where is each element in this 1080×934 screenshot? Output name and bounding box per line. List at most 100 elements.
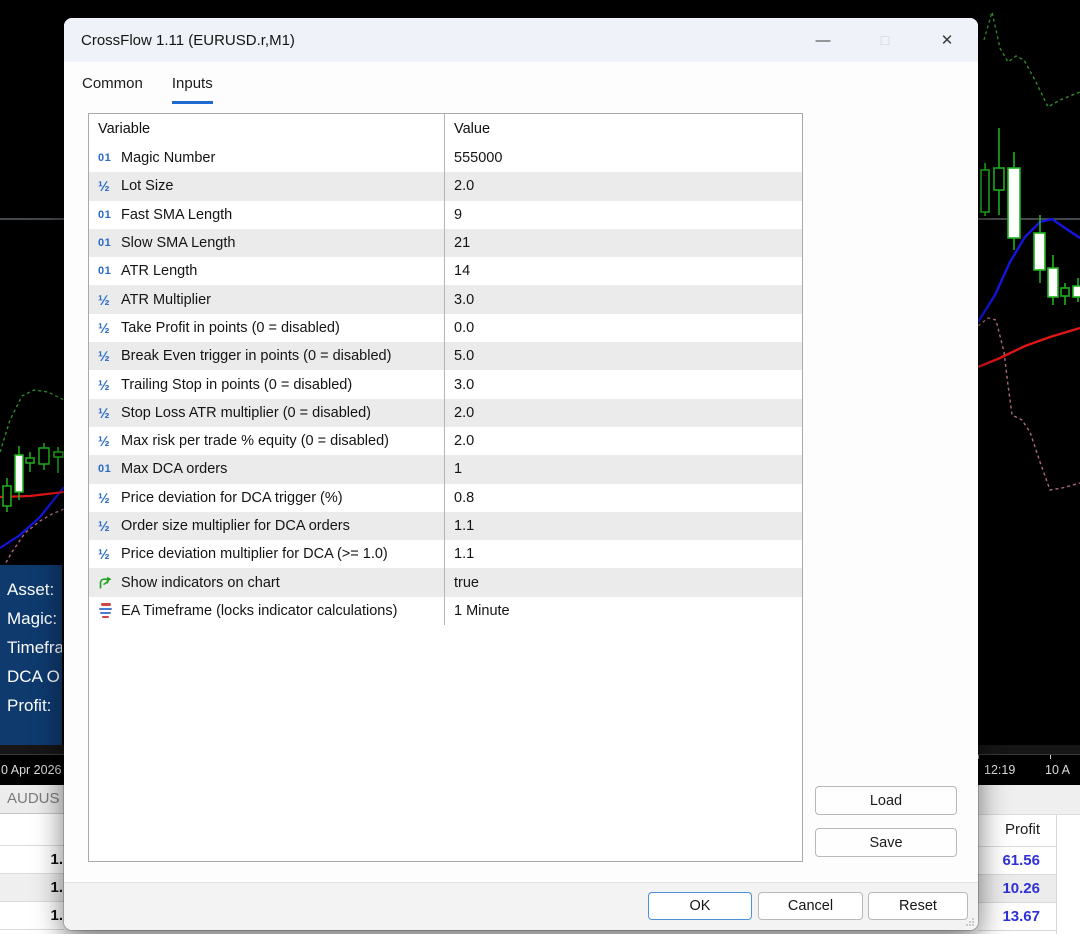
quote-cell: 1. bbox=[0, 846, 64, 874]
inputs-table: Variable Value 01 Magic Number 555000 ½ Lot … bbox=[88, 113, 803, 862]
integer-type-icon: 01 bbox=[98, 463, 112, 476]
parameter-value[interactable]: 1.1 bbox=[454, 518, 474, 534]
parameter-row[interactable]: ½ Lot Size 2.0 bbox=[89, 172, 802, 201]
reset-button[interactable]: Reset bbox=[868, 892, 968, 920]
symbol-column-empty-row bbox=[0, 814, 64, 846]
parameter-value[interactable]: 2.0 bbox=[454, 405, 474, 421]
parameter-row[interactable]: ½ Stop Loss ATR multiplier (0 = disabled)… bbox=[89, 398, 802, 427]
parameter-label: Order size multiplier for DCA orders bbox=[121, 518, 350, 534]
integer-type-icon: 01 bbox=[98, 237, 112, 250]
symbol-column: AUDUS 1. 1. 1. bbox=[0, 785, 64, 934]
double-type-icon: ½ bbox=[98, 404, 110, 421]
axis-time-label: 10 A bbox=[1045, 763, 1071, 777]
parameter-row[interactable]: 01 ATR Length 14 bbox=[89, 257, 802, 286]
parameter-row[interactable]: 01 Max DCA orders 1 bbox=[89, 455, 802, 484]
parameter-value[interactable]: 0.0 bbox=[454, 320, 474, 336]
profit-cell: 10.26 bbox=[978, 875, 1056, 903]
parameter-label: Trailing Stop in points (0 = disabled) bbox=[121, 376, 353, 393]
boolean-type-icon bbox=[98, 575, 121, 590]
parameter-value[interactable]: 3.0 bbox=[454, 377, 474, 393]
parameter-label: Price deviation multiplier for DCA (>= 1… bbox=[121, 546, 388, 563]
parameter-row[interactable]: 01 Magic Number 555000 bbox=[89, 144, 802, 173]
parameter-label: ATR Length bbox=[121, 263, 198, 280]
parameter-value[interactable]: 2.0 bbox=[454, 433, 474, 449]
parameter-row[interactable]: ½ Price deviation for DCA trigger (%) 0.8 bbox=[89, 483, 802, 512]
parameter-value[interactable]: 14 bbox=[454, 263, 470, 279]
parameter-value[interactable]: 0.8 bbox=[454, 490, 474, 506]
parameter-label: EA Timeframe (locks indicator calculatio… bbox=[121, 602, 398, 619]
parameter-row[interactable]: ½ Max risk per trade % equity (0 = disabl… bbox=[89, 426, 802, 456]
screen: Asset: Magic: Timefra DCA O Profit: 0 Apr 20… bbox=[0, 0, 1080, 934]
double-type-icon: ½ bbox=[98, 291, 110, 308]
dialog-titlebar[interactable]: CrossFlow 1.11 (EURUSD.r,M1) — □ ✕ bbox=[64, 18, 978, 62]
double-type-icon: ½ bbox=[98, 489, 110, 506]
parameter-row[interactable]: EA Timeframe (locks indicator calculatio… bbox=[89, 596, 802, 626]
minimize-icon: — bbox=[815, 31, 831, 49]
parameter-value[interactable]: 3.0 bbox=[454, 292, 474, 308]
parameter-row[interactable]: ½ ATR Multiplier 3.0 bbox=[89, 285, 802, 314]
parameter-label: Break Even trigger in points (0 = disabl… bbox=[121, 348, 392, 365]
profit-cell: 13.67 bbox=[978, 903, 1056, 931]
double-type-icon: ½ bbox=[98, 178, 110, 195]
parameter-value[interactable]: 5.0 bbox=[454, 348, 474, 364]
quote-cell: 1. bbox=[0, 902, 64, 930]
integer-type-icon: 01 bbox=[98, 208, 112, 221]
tab-common[interactable]: Common bbox=[82, 75, 143, 104]
close-icon: ✕ bbox=[940, 32, 954, 49]
integer-type-icon: 01 bbox=[98, 265, 112, 278]
inputs-table-header: Variable Value bbox=[89, 114, 802, 144]
parameter-label: Fast SMA Length bbox=[121, 206, 233, 223]
ea-settings-dialog: CrossFlow 1.11 (EURUSD.r,M1) — □ ✕ Commo… bbox=[64, 18, 978, 930]
profit-cell: 61.56 bbox=[978, 847, 1056, 875]
resize-grip-icon[interactable] bbox=[965, 917, 975, 927]
enum-type-icon bbox=[98, 603, 121, 619]
parameter-label: Max DCA orders bbox=[121, 461, 228, 478]
parameter-row[interactable]: ½ Order size multiplier for DCA orders 1.1 bbox=[89, 511, 802, 541]
ok-button[interactable]: OK bbox=[648, 892, 752, 920]
dialog-title: CrossFlow 1.11 (EURUSD.r,M1) bbox=[81, 31, 295, 49]
maximize-button: □ bbox=[854, 18, 916, 62]
load-button[interactable]: Load bbox=[815, 786, 957, 815]
symbol-column-header: AUDUS bbox=[0, 785, 64, 814]
maximize-icon: □ bbox=[880, 32, 890, 48]
double-type-icon: ½ bbox=[98, 433, 110, 450]
parameter-label: Show indicators on chart bbox=[121, 574, 280, 591]
cancel-button[interactable]: Cancel bbox=[758, 892, 863, 920]
parameter-label: Price deviation for DCA trigger (%) bbox=[121, 489, 343, 506]
parameter-row[interactable]: 01 Slow SMA Length 21 bbox=[89, 228, 802, 258]
parameter-label: Lot Size bbox=[121, 178, 174, 195]
axis-tick bbox=[1050, 755, 1051, 759]
parameter-value[interactable]: 9 bbox=[454, 207, 462, 223]
save-button[interactable]: Save bbox=[815, 828, 957, 857]
quote-cell: 1. bbox=[0, 874, 64, 902]
tab-inputs[interactable]: Inputs bbox=[171, 75, 213, 104]
parameter-label: Stop Loss ATR multiplier (0 = disabled) bbox=[121, 404, 371, 421]
dialog-footer: OK Cancel Reset bbox=[64, 882, 978, 930]
double-type-icon: ½ bbox=[98, 319, 110, 336]
parameter-value[interactable]: 1 bbox=[454, 461, 462, 477]
parameter-row[interactable]: ½ Take Profit in points (0 = disabled) 0.0 bbox=[89, 313, 802, 343]
parameter-row[interactable]: Show indicators on chart true bbox=[89, 568, 802, 597]
parameter-row[interactable]: ½ Trailing Stop in points (0 = disabled) 3… bbox=[89, 370, 802, 399]
column-header-value: Value bbox=[454, 121, 491, 137]
parameter-row[interactable]: ½ Break Even trigger in points (0 = disab… bbox=[89, 342, 802, 371]
parameter-value[interactable]: 1 Minute bbox=[454, 603, 510, 619]
parameter-value[interactable]: 2.0 bbox=[454, 178, 474, 194]
integer-type-icon: 01 bbox=[98, 152, 112, 165]
parameter-row[interactable]: 01 Fast SMA Length 9 bbox=[89, 200, 802, 229]
parameter-label: Slow SMA Length bbox=[121, 235, 236, 252]
chart-overlay-line: Magic: bbox=[7, 609, 58, 628]
parameter-label: Magic Number bbox=[121, 150, 216, 167]
parameter-row[interactable]: ½ Price deviation multiplier for DCA (>= … bbox=[89, 540, 802, 569]
parameter-value[interactable]: 21 bbox=[454, 235, 470, 251]
double-type-icon: ½ bbox=[98, 518, 110, 534]
profit-column: Profit 61.56 10.26 13.67 bbox=[978, 785, 1080, 934]
parameter-value[interactable]: 555000 bbox=[454, 150, 502, 166]
close-button[interactable]: ✕ bbox=[916, 18, 978, 62]
minimize-button[interactable]: — bbox=[792, 18, 854, 62]
parameter-label: ATR Multiplier bbox=[121, 291, 211, 308]
chart-info-overlay: Asset: Magic: Timefra DCA O Profit: bbox=[0, 565, 62, 751]
parameter-value[interactable]: 1.1 bbox=[454, 546, 474, 562]
chart-overlay-line: Profit: bbox=[7, 696, 52, 715]
parameter-value[interactable]: true bbox=[454, 575, 479, 591]
